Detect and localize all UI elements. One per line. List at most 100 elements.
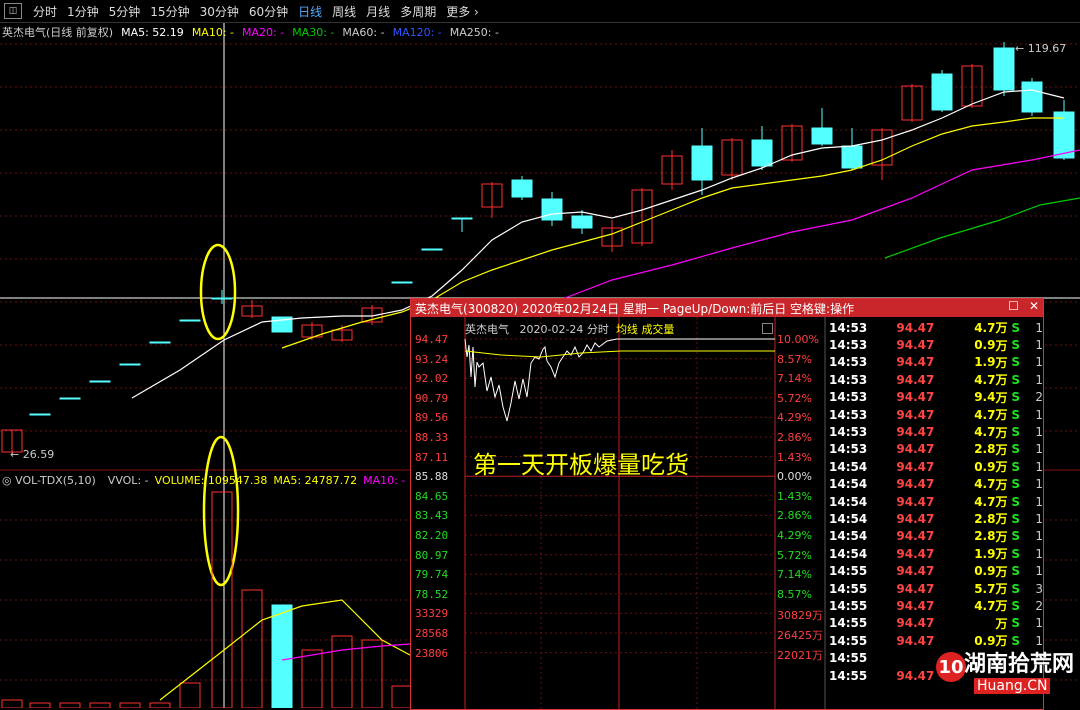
tick-time: 14:55: [829, 581, 868, 596]
tick-price: 94.47: [896, 546, 935, 561]
tick-unit: 万: [995, 321, 1008, 336]
tick-unit: 万: [995, 495, 1008, 510]
volume-bar: [59, 702, 81, 708]
price-axis-label: 92.02: [415, 372, 449, 386]
tick-time: 14:53: [829, 372, 868, 387]
tab-daily[interactable]: 日线: [293, 3, 327, 20]
price-axis-label: 83.43: [415, 509, 449, 523]
tick-row: 14:54 94.47 1.9 万 S 1: [827, 545, 1043, 562]
pct-axis-label: 7.14%: [777, 372, 812, 386]
pct-axis-label: 7.14%: [777, 568, 812, 582]
tick-side: S: [1011, 338, 1020, 353]
price-axis-label: 84.65: [415, 489, 449, 503]
tick-unit: 万: [995, 582, 1008, 597]
volume-bar: [179, 682, 201, 708]
tick-price: 94.47: [896, 477, 935, 492]
tab-weekly[interactable]: 周线: [327, 3, 361, 20]
tab-30min[interactable]: 30分钟: [195, 3, 244, 20]
high-price-label: ← 119.67: [1015, 42, 1067, 55]
tick-price: 94.47: [896, 442, 935, 457]
tick-row: 14:54 94.47 4.7 万 S 1: [827, 493, 1043, 510]
tick-count: 1: [1035, 320, 1044, 335]
tick-time: 14:54: [829, 546, 868, 561]
maximize-icon[interactable]: ☐: [1008, 299, 1019, 313]
tick-count: 2: [1035, 390, 1044, 405]
tick-row: 14:53 94.47 0.9 万 S 1: [827, 336, 1043, 353]
volume-bar: [361, 639, 383, 708]
tick-time: 14:53: [829, 338, 868, 353]
tick-unit: 万: [995, 425, 1008, 440]
watermark: 10 湖南拾荒网 Huang.CN: [936, 644, 1076, 704]
tab-1min[interactable]: 1分钟: [62, 3, 104, 20]
tick-price: 94.47: [896, 581, 935, 596]
pct-axis-label: 5.72%: [777, 548, 812, 562]
candle-body: [1021, 81, 1043, 113]
toggle-square-icon[interactable]: [762, 323, 773, 334]
tab-more[interactable]: 更多 ›: [441, 3, 484, 20]
tick-time: 14:54: [829, 529, 868, 544]
tick-time: 14:54: [829, 459, 868, 474]
tick-side: S: [1011, 477, 1020, 492]
tick-volume: 0.9: [974, 459, 996, 474]
pct-axis-label: 26425万: [777, 629, 823, 642]
ma5-legend: MA5: 52.19: [121, 26, 184, 39]
watermark-site: Huang.CN: [974, 678, 1051, 694]
tab-15min[interactable]: 15分钟: [145, 3, 194, 20]
tab-intraday[interactable]: 分时: [28, 3, 62, 20]
price-axis-label: 28568: [415, 627, 449, 640]
tick-row: 14:54 94.47 4.7 万 S 1: [827, 476, 1043, 493]
volume-bar: [271, 604, 293, 708]
tick-count: 1: [1035, 529, 1044, 544]
vol-ma5: MA5: 24787.72: [273, 474, 358, 487]
pct-axis-label: 10.00%: [777, 333, 819, 346]
candle-body: [421, 248, 443, 251]
tick-row: 14:53 94.47 4.7 万 S 1: [827, 406, 1043, 423]
tick-row: 14:54 94.47 0.9 万 S 1: [827, 458, 1043, 475]
tab-monthly[interactable]: 月线: [361, 3, 395, 20]
tick-count: 1: [1035, 564, 1044, 579]
pct-axis-label: 2.86%: [777, 509, 812, 523]
tick-time: 14:53: [829, 425, 868, 440]
intraday-header: 英杰电气 2020-02-24 分时 均线 成交量: [465, 323, 675, 336]
tab-5min[interactable]: 5分钟: [104, 3, 146, 20]
volume-bar: [1, 699, 23, 708]
tick-side: S: [1011, 390, 1020, 405]
tick-price: 94.47: [896, 616, 935, 631]
chevron-right-icon: ›: [474, 4, 479, 19]
menu-icon[interactable]: ◫: [4, 3, 22, 19]
tick-side: S: [1011, 372, 1020, 387]
candle-body: [89, 380, 111, 383]
tick-price: 94.47: [896, 425, 935, 440]
pct-axis-label: 30829万: [777, 609, 823, 623]
tick-row: 14:55 94.47 万 S 1: [827, 615, 1043, 632]
tick-price: 94.47: [896, 338, 935, 353]
tick-count: 1: [1035, 425, 1044, 440]
tick-time: 14:53: [829, 355, 868, 370]
tick-count: 1: [1035, 459, 1044, 474]
tick-unit: 万: [995, 512, 1008, 527]
tick-volume: 4.7: [974, 372, 996, 387]
highlight-circle: [199, 243, 237, 341]
tick-count: 1: [1035, 477, 1044, 492]
tick-volume: 2.8: [974, 442, 996, 457]
price-axis-label: 93.24: [415, 352, 449, 366]
tab-multi-period[interactable]: 多周期: [395, 3, 441, 20]
tick-count: 1: [1035, 546, 1044, 561]
popup-titlebar[interactable]: 英杰电气(300820) 2020年02月24日 星期一 PageUp/Down…: [411, 299, 1043, 317]
tick-time: 14:55: [829, 598, 868, 613]
stock-name-label: 英杰电气(日线 前复权): [2, 26, 114, 39]
tick-side: S: [1011, 494, 1020, 509]
tick-volume: 4.7: [974, 425, 996, 440]
tick-count: 1: [1035, 372, 1044, 387]
tick-row: 14:54 94.47 2.8 万 S 1: [827, 528, 1043, 545]
close-icon[interactable]: ✕: [1029, 299, 1039, 313]
price-axis-label: 78.52: [415, 587, 449, 601]
ma30-line: [884, 197, 1080, 259]
volume-legend: ◎ VOL-TDX(5,10) VVOL: - VOLUME: 109547.38 M…: [2, 474, 411, 487]
volume-bar: [301, 649, 323, 708]
tick-volume: 4.7: [974, 407, 996, 422]
pct-axis-label: 1.43%: [777, 489, 812, 503]
tab-60min[interactable]: 60分钟: [244, 3, 293, 20]
tick-time: 14:54: [829, 511, 868, 526]
tick-volume: 1.9: [974, 546, 996, 561]
